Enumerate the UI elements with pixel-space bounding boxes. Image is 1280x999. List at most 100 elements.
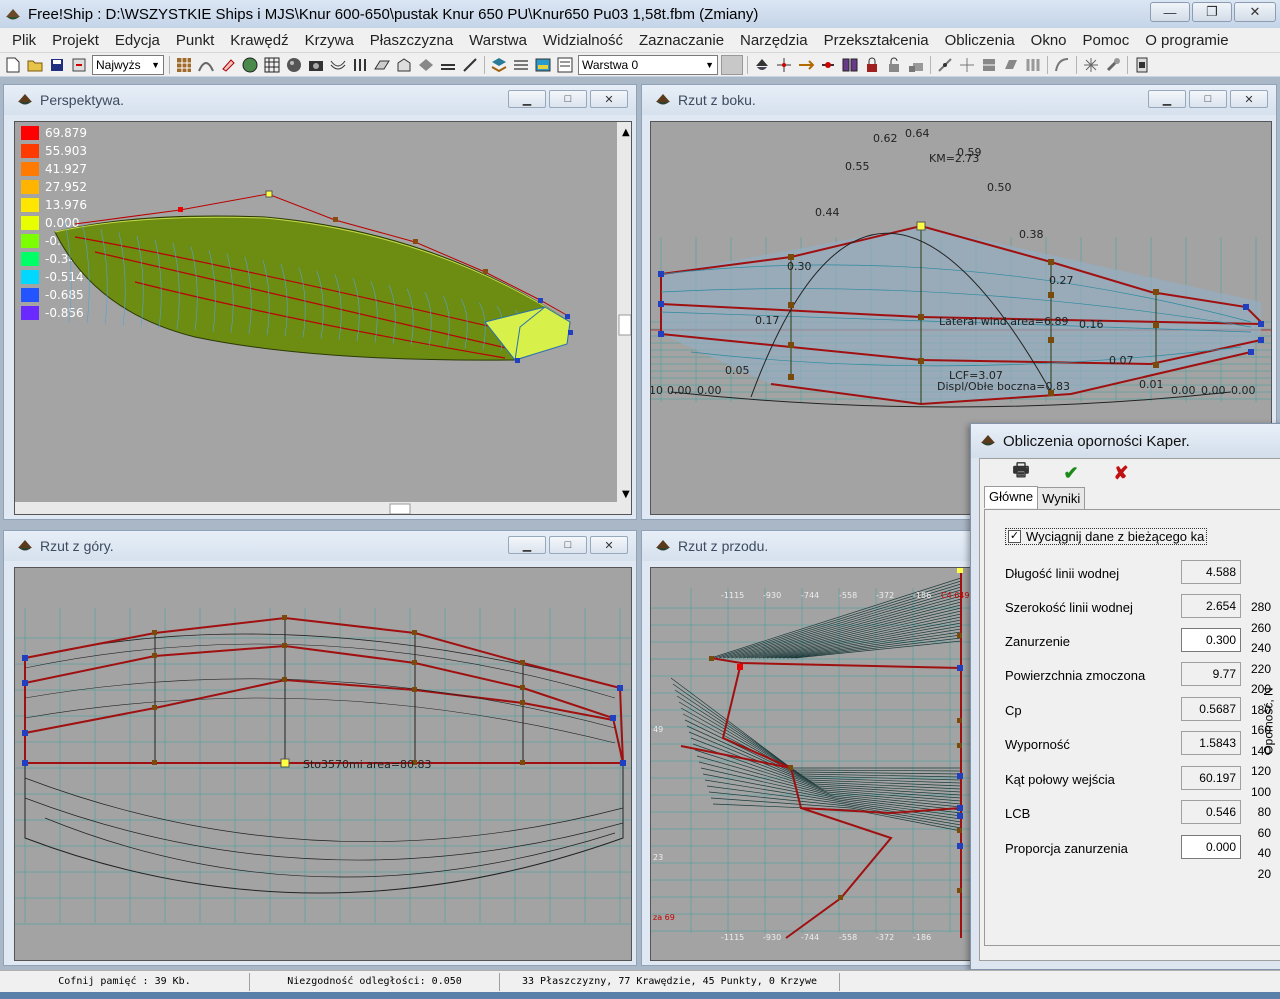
save-icon[interactable] <box>47 55 67 75</box>
layer-properties-icon[interactable] <box>555 55 575 75</box>
field-label: Szerokość linii wodnej <box>1005 600 1133 615</box>
waterline-icon[interactable] <box>438 55 458 75</box>
cancel-x-icon[interactable]: ✘ <box>1110 462 1132 484</box>
ok-check-icon[interactable]: ✔ <box>1060 462 1082 484</box>
menu-zaznaczanie[interactable]: Zaznaczanie <box>631 32 732 49</box>
export-icon[interactable] <box>69 55 89 75</box>
layer-color-icon[interactable] <box>533 55 553 75</box>
close-button[interactable]: ✕ <box>590 536 628 554</box>
menu-widzialnosc[interactable]: Widzialność <box>535 32 631 49</box>
grid-brown-icon[interactable] <box>174 55 194 75</box>
camera-icon[interactable] <box>306 55 326 75</box>
menu-o-programie[interactable]: O programie <box>1137 32 1236 49</box>
menu-edycja[interactable]: Edycja <box>107 32 168 49</box>
layers-icon[interactable] <box>489 55 509 75</box>
insert-plane-icon[interactable] <box>979 55 999 75</box>
sections-icon[interactable] <box>350 55 370 75</box>
minimize-button[interactable]: ▁ <box>508 90 546 108</box>
close-button[interactable]: ✕ <box>1230 90 1268 108</box>
draft-ratio-input[interactable]: 0.000 <box>1181 835 1241 859</box>
diagonal-icon[interactable] <box>460 55 480 75</box>
perspective-viewport[interactable]: 69.87955.90341.92727.95213.9760.000-0.17… <box>14 121 632 515</box>
side-view-window-titlebar[interactable]: Rzut z boku. ▁ □ ✕ <box>642 85 1276 115</box>
layer-select[interactable]: Warstwa 0 ▼ <box>578 54 718 75</box>
maximize-button[interactable]: □ <box>549 536 587 554</box>
globe-icon[interactable] <box>240 55 260 75</box>
move-point-icon[interactable] <box>796 55 816 75</box>
horizontal-scrollbar[interactable] <box>15 502 617 515</box>
add-point-icon[interactable] <box>774 55 794 75</box>
layer-color-swatch[interactable] <box>721 54 743 75</box>
half-entrance-angle-value: 60.197 <box>1181 766 1241 790</box>
top-hull[interactable] <box>22 615 626 894</box>
scroll-up-icon[interactable]: ▲ <box>622 127 630 138</box>
flip-icon[interactable] <box>1023 55 1043 75</box>
unlock-icon[interactable] <box>884 55 904 75</box>
maximize-button[interactable]: ❐ <box>1192 2 1232 22</box>
maximize-button[interactable]: □ <box>1189 90 1227 108</box>
front-hull[interactable] <box>670 568 963 939</box>
menu-punkt[interactable]: Punkt <box>168 32 222 49</box>
close-button[interactable]: ✕ <box>590 90 628 108</box>
maximize-button[interactable]: □ <box>549 90 587 108</box>
top-tick: -930 <box>763 591 781 600</box>
menu-obliczenia[interactable]: Obliczenia <box>937 32 1023 49</box>
tab-glowne[interactable]: Główne <box>984 486 1039 508</box>
perspective-window-titlebar[interactable]: Perspektywa. ▁ □ ✕ <box>4 85 636 115</box>
sparkle-icon[interactable] <box>1081 55 1101 75</box>
menu-przeksztalcenia[interactable]: Przekształcenia <box>816 32 937 49</box>
top-canvas[interactable]: Sto3570mi area=80.83 <box>15 568 632 961</box>
minimize-button[interactable]: ▁ <box>508 536 546 554</box>
mesh-grid-icon[interactable] <box>262 55 282 75</box>
tools-icon[interactable] <box>1103 55 1123 75</box>
menu-krzywa[interactable]: Krzywa <box>297 32 362 49</box>
draft-input[interactable]: 0.300 <box>1181 628 1241 652</box>
menu-okno[interactable]: Okno <box>1023 32 1075 49</box>
collapse-point-icon[interactable] <box>818 55 838 75</box>
unlock-all-icon[interactable] <box>906 55 926 75</box>
close-button[interactable]: ✕ <box>1234 2 1276 22</box>
perspective-window: Perspektywa. ▁ □ ✕ 69.879 55.903 41.927 27.… <box>3 84 637 520</box>
new-file-icon[interactable] <box>3 55 23 75</box>
menu-projekt[interactable]: Projekt <box>44 32 107 49</box>
book-icon[interactable] <box>840 55 860 75</box>
horizontal-scroll-thumb[interactable] <box>389 503 411 514</box>
menu-plaszczyzna[interactable]: Płaszczyzna <box>362 32 461 49</box>
hull-3d-model[interactable] <box>54 190 573 363</box>
exit-icon[interactable] <box>1132 55 1152 75</box>
menu-warstwa[interactable]: Warstwa <box>461 32 535 49</box>
minimize-button[interactable]: — <box>1150 2 1190 22</box>
hull-lines-icon[interactable] <box>328 55 348 75</box>
print-icon[interactable]: 🖶 <box>1010 460 1032 484</box>
field-label: Powierzchnia zmoczona <box>1005 668 1146 683</box>
extract-data-checkbox[interactable]: ✓ <box>1008 530 1021 543</box>
top-viewport[interactable]: Sto3570mi area=80.83 <box>14 567 632 961</box>
perspective-canvas[interactable]: 69.87955.90341.92727.95213.9760.000-0.17… <box>15 122 632 515</box>
tab-wyniki[interactable]: Wyniki <box>1037 487 1086 509</box>
dialog-titlebar[interactable]: Obliczenia oporności Kaper. <box>971 424 1280 458</box>
ship-icon[interactable] <box>752 55 772 75</box>
top-view-window-titlebar[interactable]: Rzut z góry. ▁ □ ✕ <box>4 531 636 561</box>
menu-narzedzia[interactable]: Narzędzia <box>732 32 816 49</box>
menu-pomoc[interactable]: Pomoc <box>1075 32 1138 49</box>
open-folder-icon[interactable] <box>25 55 45 75</box>
layer-stack-icon[interactable] <box>511 55 531 75</box>
menu-plik[interactable]: Plik <box>4 32 44 49</box>
fold-icon[interactable] <box>416 55 436 75</box>
extrude-icon[interactable] <box>394 55 414 75</box>
curve-draw-icon[interactable] <box>1052 55 1072 75</box>
lock-icon[interactable] <box>862 55 882 75</box>
sphere-icon[interactable] <box>284 55 304 75</box>
edge-crease-icon[interactable] <box>957 55 977 75</box>
view-precision-select[interactable]: Najwyżs ▼ <box>92 54 164 75</box>
plane-icon[interactable] <box>372 55 392 75</box>
vertical-scroll-thumb[interactable] <box>618 314 631 336</box>
menu-krawedz[interactable]: Krawędź <box>222 32 296 49</box>
curve-tool-icon[interactable] <box>196 55 216 75</box>
scroll-down-icon[interactable]: ▼ <box>622 489 630 500</box>
edge-split-icon[interactable] <box>935 55 955 75</box>
eraser-icon[interactable] <box>218 55 238 75</box>
face-icon[interactable] <box>1001 55 1021 75</box>
minimize-button[interactable]: ▁ <box>1148 90 1186 108</box>
extract-data-checkbox-row[interactable]: ✓ Wyciągnij dane z bieżącego ka <box>1005 528 1208 545</box>
